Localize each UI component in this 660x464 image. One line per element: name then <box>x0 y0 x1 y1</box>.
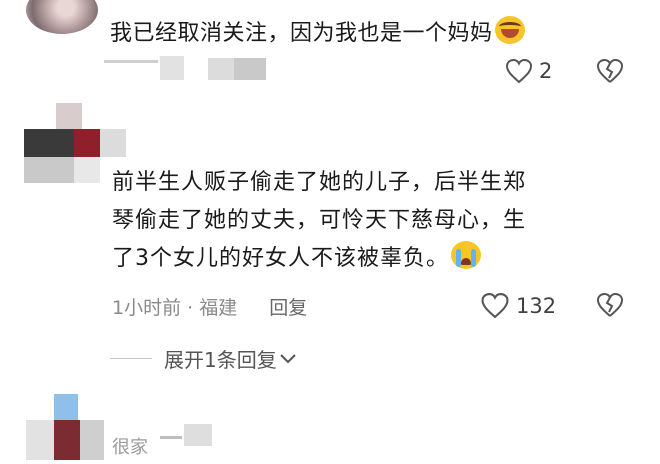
heart-icon <box>505 58 533 84</box>
expand-replies-button[interactable]: 展开1条回复 <box>110 344 297 373</box>
expand-replies-label: 展开1条回复 <box>164 348 277 372</box>
like-count: 132 <box>516 293 557 318</box>
like-button[interactable]: 2 <box>505 58 552 84</box>
comment-text: 前半生人贩子偷走了她的儿子，后半生郑 琴偷走了她的丈夫，可怜天下慈母心，生 了3… <box>112 164 632 278</box>
crying-emoji-icon <box>451 241 481 269</box>
avatar[interactable] <box>26 394 104 464</box>
dislike-button[interactable] <box>596 292 624 318</box>
comment-text: 我已经取消关注，因为我也是一个妈妈 <box>110 16 525 49</box>
broken-heart-icon <box>596 58 624 83</box>
comment-text-line: 我已经取消关注，因为我也是一个妈妈 <box>110 21 493 46</box>
laughing-crying-emoji-icon <box>494 16 525 44</box>
comment-text-line: 琴偷走了她的丈夫，可怜天下慈母心，生 <box>112 208 527 233</box>
divider <box>110 358 152 359</box>
username-redacted <box>160 424 220 446</box>
comment-text-line: 前半生人贩子偷走了她的儿子，后半生郑 <box>112 170 527 195</box>
comment-meta: 1小时前 · 福建 <box>112 297 238 319</box>
username: 很家 <box>112 437 148 458</box>
dislike-button[interactable] <box>596 58 624 84</box>
chevron-down-icon <box>280 353 296 363</box>
reply-button[interactable]: 回复 <box>269 293 307 320</box>
like-button[interactable]: 132 <box>480 292 556 319</box>
username-redacted <box>104 56 274 80</box>
comment-text-line: 了3个女儿的好女人不该被辜负。 <box>112 240 632 278</box>
heart-icon <box>481 293 509 319</box>
avatar[interactable] <box>26 0 98 34</box>
broken-heart-icon <box>596 292 624 317</box>
avatar[interactable] <box>24 103 126 185</box>
like-count: 2 <box>539 59 553 83</box>
